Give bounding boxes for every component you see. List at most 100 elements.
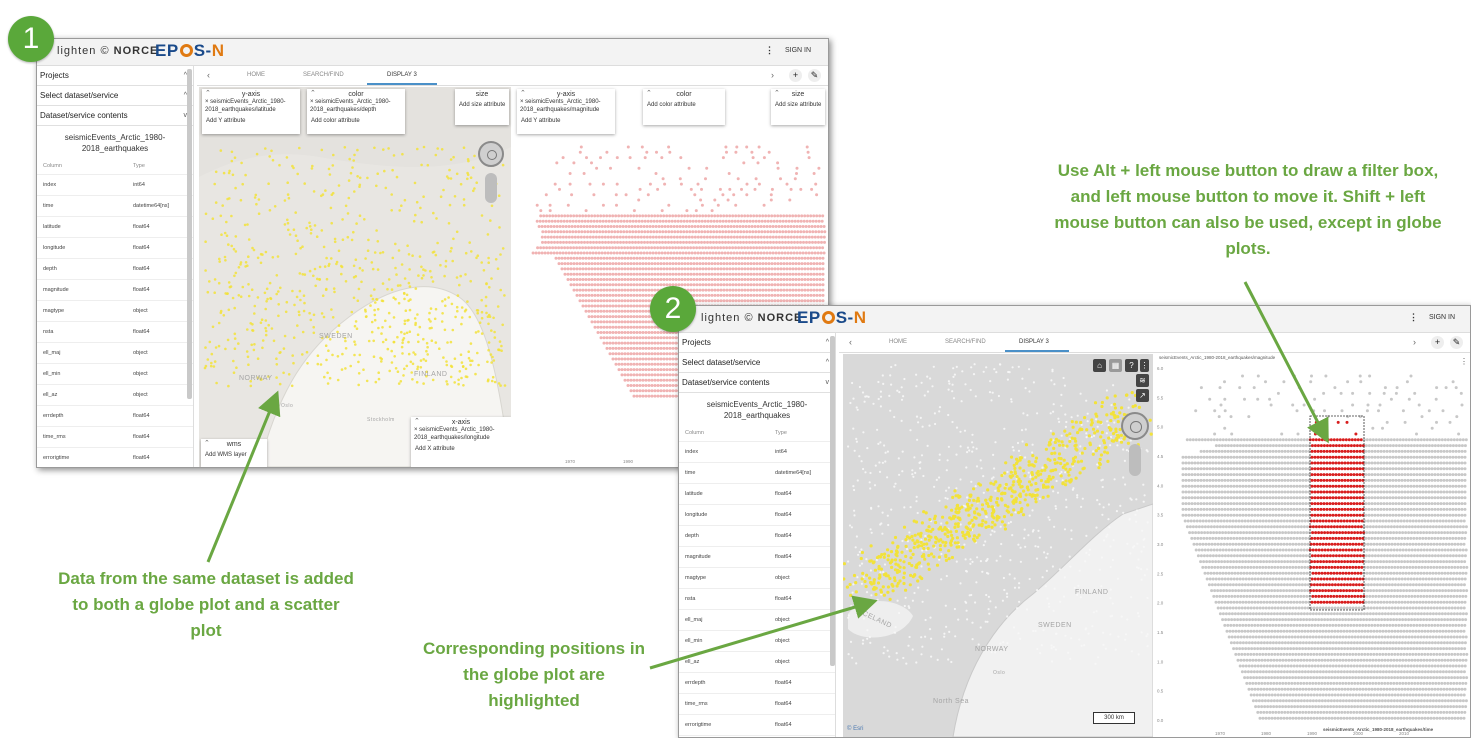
compass-control-icon[interactable] — [478, 141, 504, 167]
column-row[interactable]: latitude float64 — [37, 217, 193, 238]
sidebar-scrollbar[interactable] — [187, 69, 192, 399]
projects-accordion[interactable]: Projects ^ — [37, 66, 193, 86]
column-row[interactable]: magnitude float64 — [37, 280, 193, 301]
add-wms-layer-button[interactable]: Add WMS layer — [201, 452, 267, 458]
tab-display-3[interactable]: DISPLAY 3 — [1019, 339, 1049, 345]
sign-in-button[interactable]: SIGN IN — [1429, 314, 1455, 321]
scatter-point — [659, 394, 663, 398]
column-row[interactable]: nsta float64 — [37, 322, 193, 343]
column-row[interactable]: ell_maj object — [679, 610, 835, 631]
column-row[interactable]: magtype object — [679, 568, 835, 589]
tab-display-3[interactable]: DISPLAY 3 — [387, 72, 417, 78]
zoom-slider[interactable] — [485, 173, 497, 203]
column-row[interactable]: index int64 — [679, 442, 835, 463]
scatter-point — [602, 256, 606, 260]
scatter-point — [747, 251, 751, 255]
column-row[interactable]: depth float64 — [37, 259, 193, 280]
tab-prev-button[interactable]: ‹ — [849, 337, 852, 347]
tab-next-button[interactable]: › — [771, 70, 774, 80]
tab-search[interactable]: SEARCH/FIND — [945, 339, 986, 345]
edit-display-button[interactable]: ✎ — [1450, 336, 1463, 349]
tab-prev-button[interactable]: ‹ — [207, 70, 210, 80]
column-row[interactable]: errdepth float64 — [679, 673, 835, 694]
column-row[interactable]: time_rms float64 — [679, 694, 835, 715]
column-row[interactable]: depth float64 — [679, 526, 835, 547]
add-color-attribute-button[interactable]: Add color attribute — [643, 102, 725, 108]
sidebar-scrollbar[interactable] — [830, 336, 835, 666]
column-row[interactable]: ell_az object — [679, 652, 835, 673]
scatter-point — [539, 209, 543, 213]
event-point — [1069, 657, 1072, 660]
scatter-point — [638, 283, 642, 287]
tab-home[interactable]: HOME — [247, 72, 265, 78]
column-row[interactable]: longitude float64 — [679, 505, 835, 526]
column-row[interactable]: magnitude float64 — [679, 547, 835, 568]
column-row[interactable]: errdepth float64 — [37, 406, 193, 427]
column-row[interactable]: time datetime64[ns] — [37, 196, 193, 217]
add-size-attribute-button[interactable]: Add size attribute — [455, 102, 509, 108]
event-point — [420, 163, 423, 167]
scatter-point — [776, 278, 780, 281]
scatter-point — [647, 246, 651, 250]
scatter-point — [620, 352, 624, 356]
color-attribute[interactable]: × seismicEvents_Arctic_1980-2018_earthqu… — [307, 98, 405, 114]
column-row[interactable]: ell_min object — [37, 364, 193, 385]
scatter-point — [635, 256, 639, 260]
add-display-button[interactable]: + — [1431, 336, 1444, 349]
select-dataset-accordion[interactable]: Select dataset/service ^ — [37, 86, 193, 106]
column-row[interactable]: time_rms float64 — [37, 427, 193, 448]
scatter-point — [703, 240, 706, 244]
globe-map-canvas[interactable] — [199, 87, 511, 467]
column-row[interactable]: ell_az object — [37, 385, 193, 406]
add-x-attribute-button[interactable]: Add X attribute — [411, 446, 511, 452]
column-row[interactable]: magtype object — [37, 301, 193, 322]
column-row[interactable]: errorigtime float64 — [679, 715, 835, 736]
scatter-point — [578, 283, 582, 287]
select-dataset-accordion[interactable]: Select dataset/service ^ — [679, 353, 835, 373]
column-row[interactable]: longitude float64 — [37, 238, 193, 259]
column-row[interactable]: nsta float64 — [679, 589, 835, 610]
scatter-point — [802, 219, 806, 223]
add-y-attribute-button[interactable]: Add Y attribute — [517, 118, 615, 124]
dataset-contents-accordion[interactable]: Dataset/service contents v — [679, 373, 835, 393]
add-color-attribute-button[interactable]: Add color attribute — [307, 118, 405, 124]
tab-search[interactable]: SEARCH/FIND — [303, 72, 344, 78]
scatter-point — [596, 309, 600, 313]
column-row[interactable]: errorigtime float64 — [37, 448, 193, 467]
scatter-point — [626, 278, 630, 281]
scatter-point — [662, 283, 666, 287]
tab-home[interactable]: HOME — [889, 339, 907, 345]
add-size-attribute-button[interactable]: Add size attribute — [771, 102, 825, 108]
column-row[interactable]: index int64 — [37, 175, 193, 196]
scatter-point — [677, 267, 681, 271]
more-menu-icon[interactable]: ⋮ — [1409, 312, 1418, 323]
scatter-y-attribute[interactable]: × seismicEvents_Arctic_1980-2018_earthqu… — [517, 98, 615, 114]
projects-accordion[interactable]: Projects ^ — [679, 333, 835, 353]
scatter-point — [623, 246, 627, 250]
sign-in-button[interactable]: SIGN IN — [785, 47, 811, 54]
event-point — [401, 341, 404, 345]
column-row[interactable]: latitude float64 — [679, 484, 835, 505]
event-point — [848, 524, 852, 527]
y-axis-attribute[interactable]: × seismicEvents_Arctic_1980-2018_earthqu… — [202, 98, 300, 114]
event-point — [915, 495, 918, 498]
globe-map-canvas[interactable] — [843, 354, 1153, 737]
globe-plot[interactable]: SWEDEN NORWAY FINLAND Oslo Stockholm ⌃ wm… — [199, 87, 511, 467]
highlighted-point — [972, 534, 976, 538]
tab-next-button[interactable]: › — [1413, 337, 1416, 347]
x-axis-attribute[interactable]: × seismicEvents_Arctic_1980-2018_earthqu… — [411, 426, 511, 442]
event-point — [921, 645, 924, 648]
scatter-point — [580, 240, 583, 244]
edit-display-button[interactable]: ✎ — [808, 69, 821, 82]
scatter-point — [741, 251, 745, 255]
add-y-attribute-button[interactable]: Add Y attribute — [202, 118, 300, 124]
dataset-contents-accordion[interactable]: Dataset/service contents v — [37, 106, 193, 126]
column-row[interactable]: time datetime64[ns] — [679, 463, 835, 484]
scatter-point — [643, 240, 646, 244]
globe-plot[interactable]: ICELAND SWEDEN NORWAY FINLAND Oslo North… — [843, 354, 1153, 737]
add-display-button[interactable]: + — [789, 69, 802, 82]
more-menu-icon[interactable]: ⋮ — [765, 45, 774, 56]
column-row[interactable]: ell_maj object — [37, 343, 193, 364]
column-row[interactable]: ell_min object — [679, 631, 835, 652]
highlighted-point — [890, 565, 894, 569]
